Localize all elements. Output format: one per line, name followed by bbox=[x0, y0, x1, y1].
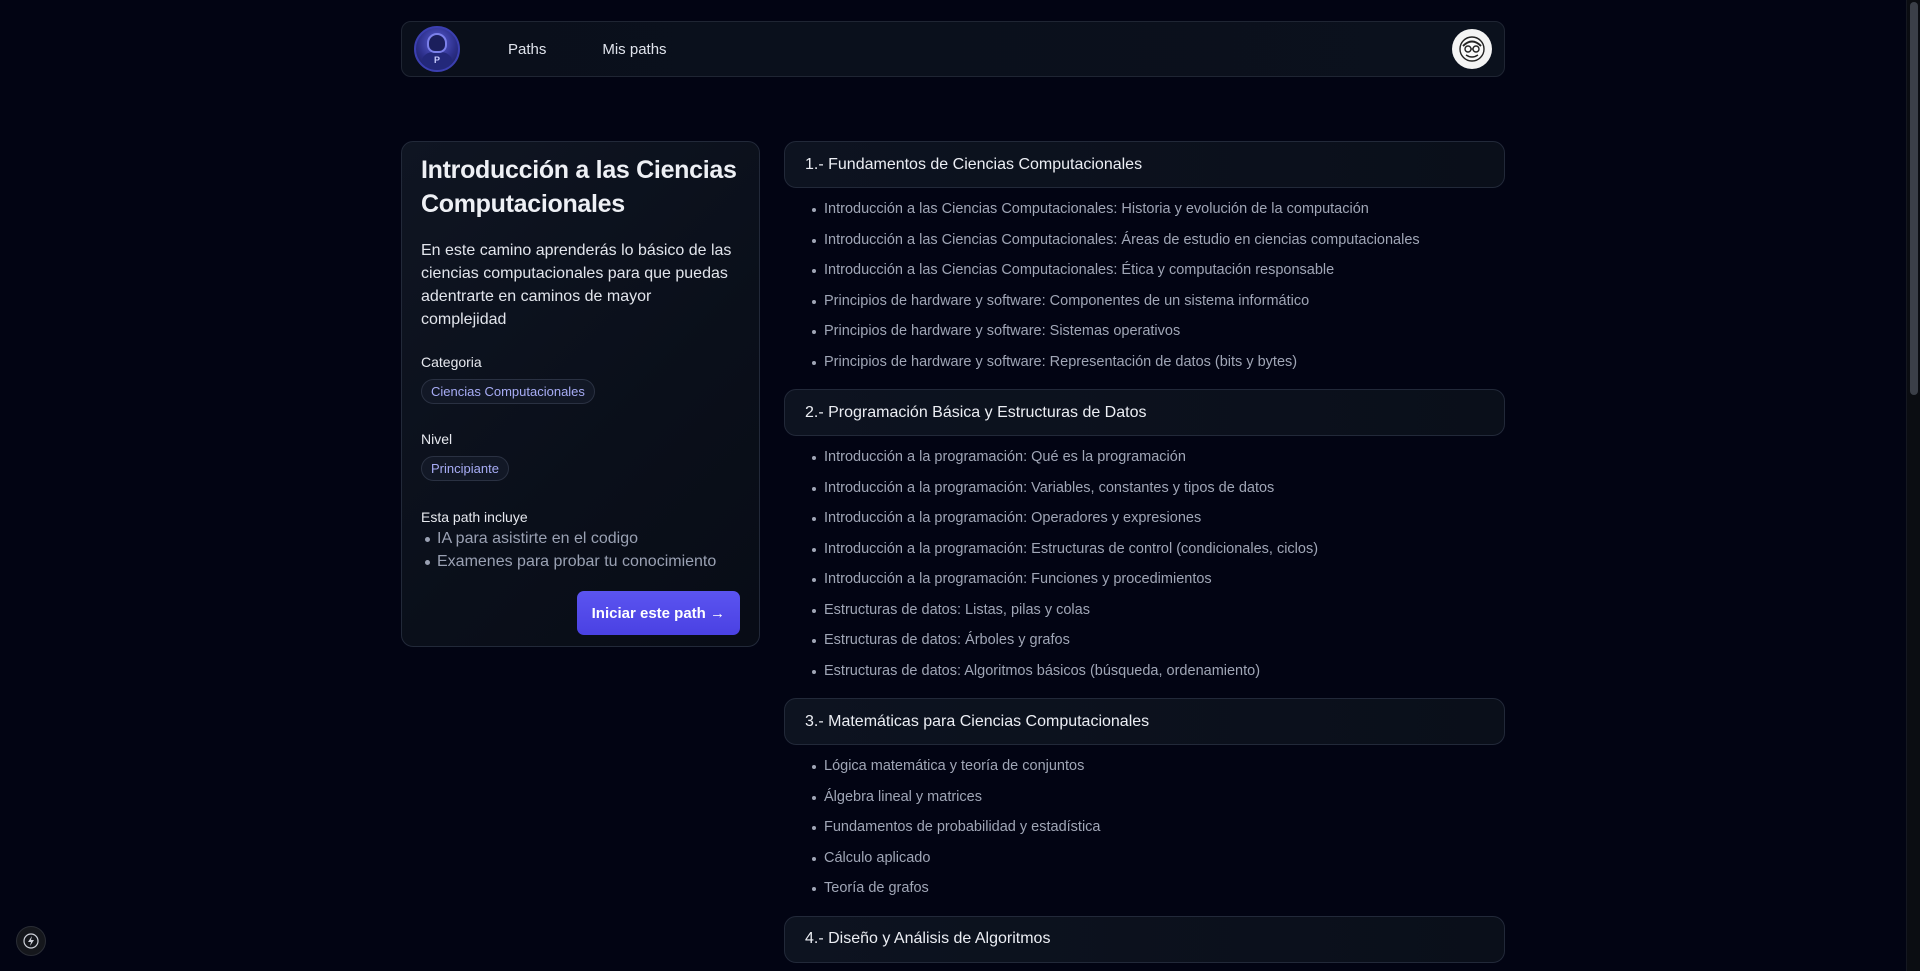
module-header-3[interactable]: 3.- Matemáticas para Ciencias Computacio… bbox=[784, 698, 1505, 745]
category-label: Categoria bbox=[421, 354, 482, 370]
topic-item: Principios de hardware y software: Repre… bbox=[784, 347, 1505, 378]
module-header-2[interactable]: 2.- Programación Básica y Estructuras de… bbox=[784, 389, 1505, 436]
includes-item: Examenes para probar tu conocimiento bbox=[421, 550, 740, 573]
module-header-4[interactable]: 4.- Diseño y Análisis de Algoritmos bbox=[784, 915, 1505, 963]
topic-item: Estructuras de datos: Árboles y grafos bbox=[784, 625, 1505, 656]
avatar-icon bbox=[1459, 36, 1485, 62]
quick-action-button[interactable] bbox=[16, 926, 46, 956]
category-badge: Ciencias Computacionales bbox=[421, 379, 595, 404]
topic-item: Principios de hardware y software: Siste… bbox=[784, 316, 1505, 347]
level-badge: Principiante bbox=[421, 456, 509, 481]
scrollbar-thumb[interactable] bbox=[1910, 2, 1918, 395]
nav-link-mis-paths[interactable]: Mis paths bbox=[602, 41, 666, 58]
page-scrollbar[interactable] bbox=[1906, 0, 1920, 971]
topic-item: Lógica matemática y teoría de conjuntos bbox=[784, 751, 1505, 782]
path-title: Introducción a las Ciencias Computaciona… bbox=[421, 156, 737, 218]
topic-item: Introducción a la programación: Estructu… bbox=[784, 534, 1505, 565]
topic-item: Introducción a la programación: Variable… bbox=[784, 473, 1505, 504]
topic-item: Introducción a la programación: Qué es l… bbox=[784, 442, 1505, 473]
module-topics-2: Introducción a la programación: Qué es l… bbox=[784, 442, 1505, 686]
topic-item: Teoría de grafos bbox=[784, 873, 1505, 904]
module-topics-1: Introducción a las Ciencias Computaciona… bbox=[784, 194, 1505, 377]
logo-icon[interactable]: P bbox=[414, 26, 460, 72]
topic-item: Estructuras de datos: Listas, pilas y co… bbox=[784, 595, 1505, 626]
includes-list: IA para asistirte en el codigo Examenes … bbox=[421, 527, 740, 573]
logo-letter: P bbox=[433, 55, 440, 65]
avatar[interactable] bbox=[1452, 29, 1492, 69]
level-label: Nivel bbox=[421, 431, 453, 447]
topic-item: Introducción a las Ciencias Computaciona… bbox=[784, 225, 1505, 256]
start-path-button[interactable]: Iniciar este path → bbox=[576, 591, 740, 635]
topic-item: Fundamentos de probabilidad y estadístic… bbox=[784, 812, 1505, 843]
topic-item: Cálculo aplicado bbox=[784, 843, 1505, 874]
topic-item: Introducción a las Ciencias Computaciona… bbox=[784, 194, 1505, 225]
lightning-icon bbox=[23, 933, 39, 949]
nav-link-paths[interactable]: Paths bbox=[508, 41, 546, 58]
module-header-1[interactable]: 1.- Fundamentos de Ciencias Computaciona… bbox=[784, 141, 1505, 188]
includes-item: IA para asistirte en el codigo bbox=[421, 527, 740, 550]
includes-label: Esta path incluye bbox=[421, 509, 528, 525]
topic-item: Introducción a las Ciencias Computaciona… bbox=[784, 255, 1505, 286]
topic-item: Álgebra lineal y matrices bbox=[784, 782, 1505, 813]
modules-list: 1.- Fundamentos de Ciencias Computaciona… bbox=[784, 141, 1505, 963]
module-topics-3: Lógica matemática y teoría de conjuntos … bbox=[784, 751, 1505, 904]
topic-item: Introducción a la programación: Funcione… bbox=[784, 564, 1505, 595]
path-description: En este camino aprenderás lo básico de l… bbox=[421, 242, 732, 328]
path-info-card: Introducción a las Ciencias Computaciona… bbox=[401, 141, 760, 647]
topic-item: Estructuras de datos: Algoritmos básicos… bbox=[784, 656, 1505, 687]
topic-item: Introducción a la programación: Operador… bbox=[784, 503, 1505, 534]
top-navbar: P Paths Mis paths bbox=[401, 21, 1505, 77]
topic-item: Principios de hardware y software: Compo… bbox=[784, 286, 1505, 317]
